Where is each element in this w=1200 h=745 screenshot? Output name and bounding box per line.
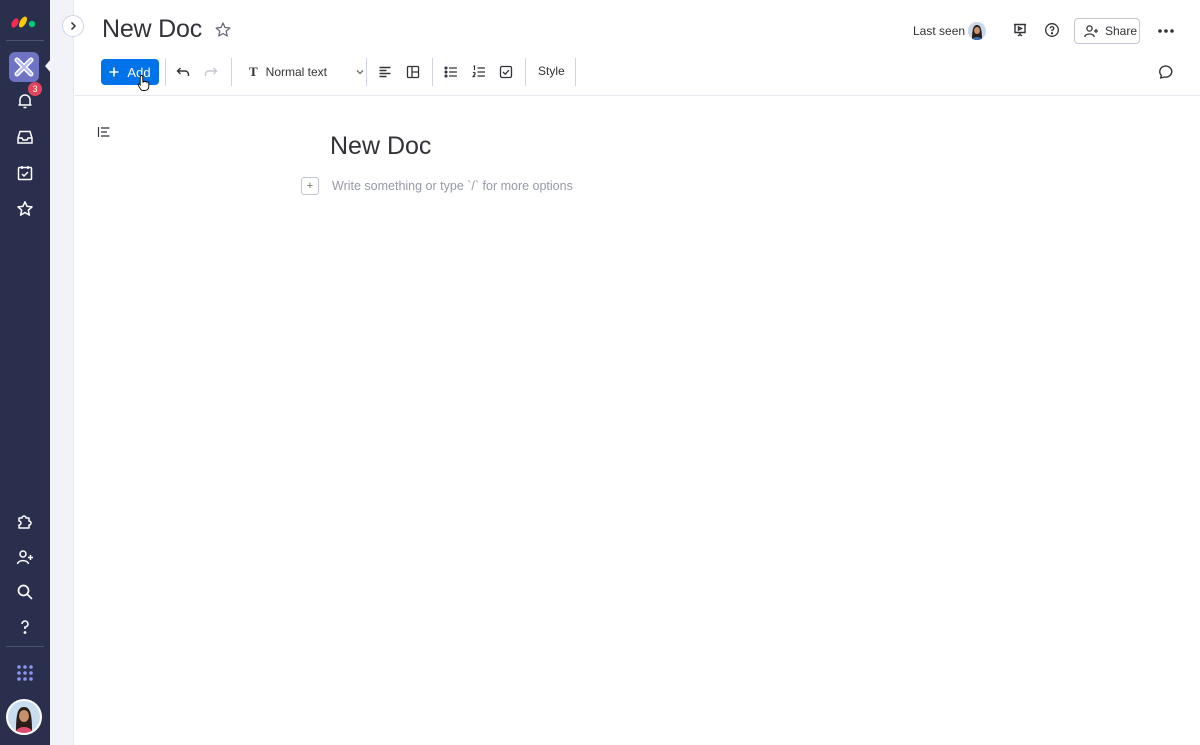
more-options-button[interactable] [1156, 22, 1176, 40]
last-seen-avatar[interactable] [967, 21, 987, 41]
invite-icon [16, 550, 33, 565]
align-left-icon [379, 66, 391, 78]
help-button[interactable] [9, 612, 41, 642]
inbox-button[interactable] [9, 122, 41, 152]
layout-button[interactable] [404, 63, 422, 81]
toolbar-divider [525, 58, 526, 86]
app-window: 3 New Doc Last seen Share Add T Normal t… [0, 0, 1200, 745]
avatar-portrait [8, 701, 40, 733]
plus-icon [109, 67, 119, 77]
inbox-icon [17, 130, 33, 144]
search-button[interactable] [9, 577, 41, 607]
workdocs-app-button[interactable] [9, 52, 39, 82]
layout-columns-icon [406, 65, 420, 79]
numbered-list-icon [472, 65, 485, 78]
invite-members-button[interactable] [9, 542, 41, 572]
question-circle-icon [1045, 23, 1059, 37]
chevron-right-icon [70, 21, 77, 31]
bulleted-list-button[interactable] [442, 63, 460, 81]
share-label: Share [1105, 24, 1138, 38]
sidebar-gutter [50, 0, 74, 745]
my-work-button[interactable] [9, 158, 41, 188]
monday-logo[interactable] [8, 8, 40, 30]
table-of-contents-icon[interactable] [97, 125, 111, 139]
undo-icon [176, 67, 190, 76]
add-person-icon [1084, 25, 1098, 38]
undo-button[interactable] [174, 63, 192, 81]
toolbar-divider [231, 58, 232, 86]
text-style-value: Normal text [265, 65, 328, 79]
text-style-dropdown[interactable]: T Normal text [249, 64, 365, 80]
redo-icon [204, 67, 218, 76]
last-seen-portrait [968, 22, 986, 40]
workdocs-icon [14, 57, 34, 77]
align-button[interactable] [376, 63, 394, 81]
favorites-icon [17, 201, 33, 216]
favorites-button[interactable] [9, 194, 41, 224]
presentation-icon [1014, 23, 1026, 37]
hand-pointer-cursor [137, 75, 150, 91]
checklist-button[interactable] [497, 63, 515, 81]
left-rail: 3 [0, 0, 51, 745]
star-icon[interactable] [214, 21, 232, 39]
comment-icon[interactable] [1158, 62, 1176, 80]
block-placeholder[interactable]: Write something or type `/` for more opt… [332, 179, 573, 193]
last-seen-label: Last seen [913, 24, 966, 38]
presentation-button[interactable] [1011, 21, 1029, 39]
product-switcher-icon [17, 665, 33, 681]
numbered-list-button[interactable] [470, 63, 488, 81]
apps-button[interactable] [9, 506, 41, 536]
user-avatar[interactable] [6, 699, 42, 735]
notification-badge: 3 [28, 82, 42, 96]
rail-divider [6, 646, 44, 647]
more-horizontal-icon [1158, 29, 1174, 33]
bulleted-list-icon [444, 66, 457, 78]
help-icon [21, 620, 29, 634]
toolbar-divider [366, 58, 367, 86]
toolbar-divider [575, 58, 576, 86]
product-switcher-button[interactable] [9, 658, 41, 688]
document-heading[interactable]: New Doc [330, 132, 431, 161]
add-block-plus-button[interactable]: + [301, 177, 319, 195]
share-button[interactable]: Share [1074, 18, 1140, 44]
text-style-icon: T [249, 64, 258, 79]
expand-sidebar-button[interactable] [62, 15, 84, 37]
style-button[interactable]: Style [538, 64, 565, 78]
help-center-button[interactable] [1043, 21, 1061, 39]
chevron-down-icon [356, 70, 364, 75]
search-icon [17, 584, 33, 600]
checkbox-icon [499, 65, 513, 79]
toolbar-divider [165, 58, 166, 86]
doc-title[interactable]: New Doc [102, 15, 202, 44]
apps-icon [18, 515, 32, 529]
redo-button[interactable] [202, 63, 220, 81]
toolbar-bottom-border [75, 95, 1200, 96]
toolbar-divider [432, 58, 433, 86]
my-work-icon [17, 166, 33, 181]
rail-divider [6, 40, 44, 41]
